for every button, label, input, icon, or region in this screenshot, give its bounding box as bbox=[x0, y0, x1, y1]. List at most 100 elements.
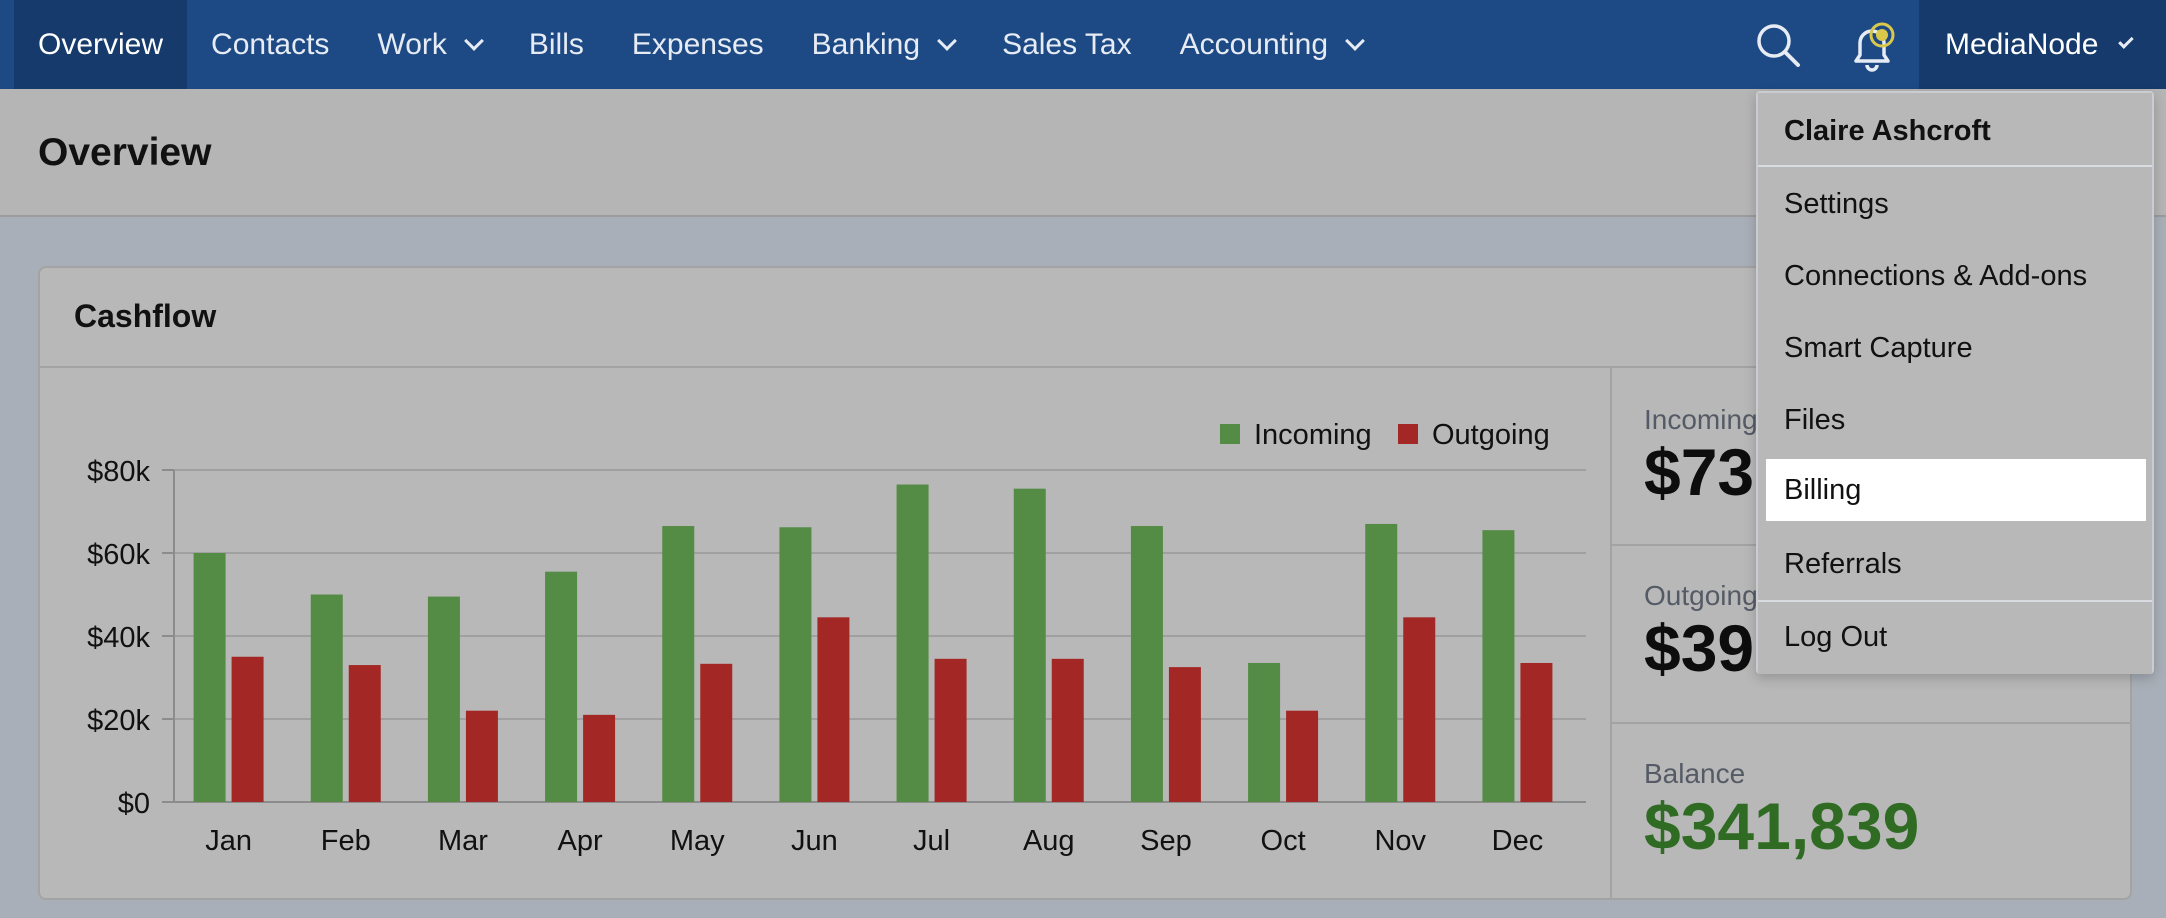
menu-item-smart-capture[interactable]: Smart Capture bbox=[1766, 317, 2146, 379]
stat-label: Incoming bbox=[1644, 404, 1758, 435]
x-tick-label: Dec bbox=[1492, 825, 1544, 857]
cashflow-chart: $0 $20k $40k $60k $80k Jan Feb Mar Apr May Jun Jul A… bbox=[40, 368, 1610, 898]
top-navigation: Overview Contacts Work Bills Expenses Ba… bbox=[0, 0, 2166, 89]
account-dropdown: Claire Ashcroft Settings Connections & A… bbox=[1756, 91, 2154, 674]
x-tick-label: Aug bbox=[1023, 825, 1075, 857]
chevron-down-icon bbox=[2118, 32, 2134, 49]
nav-sales-tax[interactable]: Sales Tax bbox=[978, 0, 1156, 89]
legend-label: Outgoing bbox=[1432, 419, 1550, 451]
stat-value: $73 bbox=[1644, 435, 1755, 509]
menu-item-label: Settings bbox=[1784, 187, 1889, 220]
bar-outgoing-may bbox=[700, 663, 733, 802]
stat-balance: Balance $341,839 bbox=[1644, 758, 1919, 863]
stat-value: $341,839 bbox=[1644, 789, 1920, 863]
menu-item-connections[interactable]: Connections & Add-ons bbox=[1766, 245, 2146, 307]
stat-incoming: Incoming $73 bbox=[1644, 404, 1758, 509]
bell-icon bbox=[1854, 22, 1895, 72]
account-menu-button[interactable]: MediaNode bbox=[1919, 0, 2166, 89]
bar-outgoing-apr bbox=[583, 714, 616, 802]
y-tick-label: $0 bbox=[118, 788, 150, 820]
x-tick-label: Jun bbox=[791, 825, 838, 857]
bar-incoming-mar bbox=[427, 596, 460, 802]
nav-expenses[interactable]: Expenses bbox=[608, 0, 788, 89]
chevron-down-icon bbox=[463, 30, 484, 51]
menu-item-billing[interactable]: Billing bbox=[1766, 459, 2146, 521]
user-name: Claire Ashcroft bbox=[1784, 115, 1991, 147]
cashflow-chart-svg: $0 $20k $40k $60k $80k Jan Feb Mar Apr May Jun Jul A… bbox=[87, 419, 1586, 857]
legend-label: Incoming bbox=[1254, 419, 1372, 451]
nav-label: Work bbox=[377, 27, 447, 61]
bar-outgoing-jul bbox=[934, 658, 967, 802]
menu-item-label: Smart Capture bbox=[1784, 331, 1973, 364]
nav-label: Expenses bbox=[631, 27, 764, 61]
x-tick-label: May bbox=[670, 825, 725, 857]
bar-outgoing-jun bbox=[817, 617, 850, 802]
nav-label: Banking bbox=[811, 27, 921, 61]
search-icon bbox=[1757, 23, 1800, 67]
legend-swatch bbox=[1220, 424, 1240, 444]
nav-label: Sales Tax bbox=[1002, 27, 1132, 61]
divider bbox=[1758, 165, 2152, 167]
bar-incoming-jan bbox=[193, 553, 226, 802]
nav-banking[interactable]: Banking bbox=[788, 0, 978, 89]
stat-label: Outgoing bbox=[1644, 580, 1758, 611]
nav-label: Contacts bbox=[211, 27, 330, 61]
page-title: Overview bbox=[38, 131, 212, 174]
bar-incoming-aug bbox=[1013, 488, 1046, 802]
menu-item-referrals[interactable]: Referrals bbox=[1766, 533, 2146, 595]
bar-incoming-jul bbox=[896, 484, 929, 802]
bar-incoming-dec bbox=[1482, 530, 1515, 802]
bar-incoming-jun bbox=[779, 527, 812, 802]
nav-overview[interactable]: Overview bbox=[14, 0, 188, 89]
bar-incoming-nov bbox=[1365, 523, 1398, 802]
bar-outgoing-nov bbox=[1403, 617, 1436, 802]
search-button[interactable] bbox=[1731, 0, 1825, 89]
x-tick-label: Feb bbox=[321, 825, 371, 857]
bar-incoming-may bbox=[662, 526, 695, 802]
divider bbox=[1610, 366, 1612, 898]
nav-label: Bills bbox=[528, 27, 584, 61]
x-tick-label: Mar bbox=[438, 825, 488, 857]
nav-bills[interactable]: Bills bbox=[505, 0, 608, 89]
x-tick-label: Jul bbox=[913, 825, 950, 857]
menu-item-log-out[interactable]: Log Out bbox=[1766, 606, 2146, 668]
menu-item-label: Files bbox=[1784, 403, 1846, 436]
menu-item-label: Log Out bbox=[1784, 620, 1888, 653]
x-tick-label: Sep bbox=[1140, 825, 1192, 857]
chevron-down-icon bbox=[937, 30, 957, 51]
bar-outgoing-jan bbox=[231, 656, 264, 802]
x-tick-label: Nov bbox=[1374, 825, 1426, 857]
menu-item-files[interactable]: Files bbox=[1766, 389, 2146, 451]
nav-label: Overview bbox=[38, 27, 164, 61]
y-tick-label: $20k bbox=[87, 705, 150, 737]
bar-outgoing-oct bbox=[1286, 710, 1319, 802]
account-name: MediaNode bbox=[1945, 27, 2099, 61]
menu-item-label: Billing bbox=[1784, 473, 1862, 506]
nav-label: Accounting bbox=[1179, 27, 1329, 61]
nav-contacts[interactable]: Contacts bbox=[187, 0, 353, 89]
legend-swatch bbox=[1398, 424, 1418, 444]
nav-accounting[interactable]: Accounting bbox=[1156, 0, 1386, 89]
x-tick-label: Oct bbox=[1261, 825, 1306, 857]
bar-outgoing-mar bbox=[465, 710, 498, 802]
bar-outgoing-dec bbox=[1520, 662, 1553, 802]
menu-item-label: Referrals bbox=[1784, 547, 1902, 580]
bar-outgoing-aug bbox=[1051, 658, 1084, 802]
bar-incoming-oct bbox=[1248, 662, 1281, 802]
y-tick-label: $40k bbox=[87, 622, 150, 654]
nav-work[interactable]: Work bbox=[353, 0, 504, 89]
notifications-button[interactable] bbox=[1825, 0, 1919, 89]
nav-right: MediaNode bbox=[1731, 0, 2166, 89]
divider bbox=[1758, 600, 2152, 602]
x-tick-label: Apr bbox=[558, 825, 603, 857]
x-tick-label: Jan bbox=[205, 825, 252, 857]
cashflow-title: Cashflow bbox=[74, 298, 217, 334]
bar-incoming-apr bbox=[545, 571, 578, 802]
stat-label: Balance bbox=[1644, 758, 1746, 789]
bar-outgoing-feb bbox=[348, 665, 381, 802]
stat-outgoing: Outgoing $39 bbox=[1644, 580, 1758, 685]
chevron-down-icon bbox=[1345, 30, 1365, 51]
menu-item-settings[interactable]: Settings bbox=[1766, 173, 2146, 235]
divider bbox=[1612, 722, 2130, 724]
stat-value: $39 bbox=[1644, 611, 1755, 685]
